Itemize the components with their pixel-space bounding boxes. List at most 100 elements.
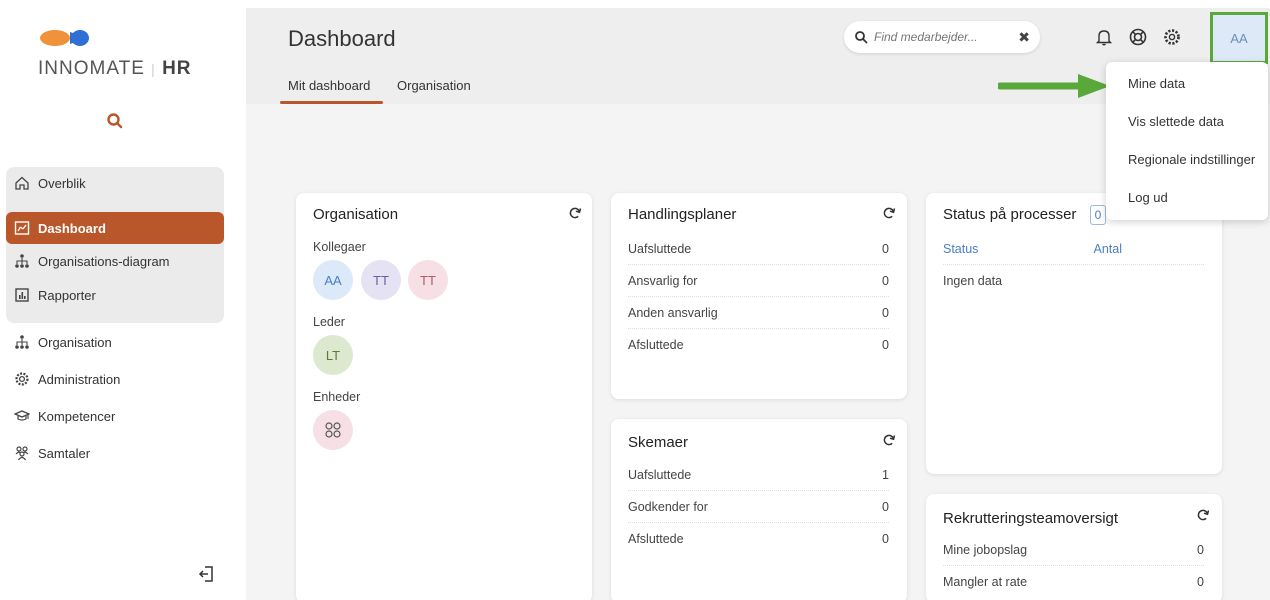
sidebar-item-label: Samtaler	[38, 445, 91, 461]
column-header-antal[interactable]: Antal	[1094, 242, 1123, 256]
brand-suffix: HR	[162, 58, 192, 79]
sidebar-item-label: Kompetencer	[38, 408, 116, 424]
empty-text: Ingen data	[943, 274, 1003, 288]
row-value: 0	[882, 532, 889, 546]
sidebar-item-overblik[interactable]: Overblik	[6, 167, 224, 199]
table-row[interactable]: Afsluttede 0	[628, 523, 889, 555]
refresh-icon[interactable]	[882, 206, 896, 220]
clear-search-icon[interactable]: ✖	[1018, 29, 1030, 46]
table-row[interactable]: Mangler at rate 0	[943, 566, 1204, 598]
brand-name: INNOMATE	[38, 58, 145, 79]
help-icon[interactable]	[1128, 27, 1148, 47]
sidebar: INNOMATE | HR Overblik Dashboard Organis…	[0, 0, 232, 600]
bell-icon[interactable]	[1094, 27, 1114, 47]
card-title: Handlingsplaner	[628, 206, 737, 223]
leader-avatar[interactable]: LT	[313, 335, 353, 375]
graduation-cap-icon	[14, 408, 30, 424]
row-label: Godkender for	[628, 499, 708, 514]
brand-separator: |	[151, 61, 156, 77]
card-title: Skemaer	[628, 434, 689, 451]
colleagues-label: Kollegaer	[313, 240, 366, 254]
sidebar-item-label: Rapporter	[38, 287, 96, 303]
status-count-badge: 0	[1090, 205, 1106, 225]
table-row[interactable]: Mine jobopslag 0	[943, 534, 1204, 566]
row-label: Mine jobopslag	[943, 542, 1028, 557]
colleague-avatar[interactable]: AA	[313, 260, 353, 300]
employee-search[interactable]: ✖	[844, 21, 1040, 53]
sidebar-item-dashboard[interactable]: Dashboard	[6, 212, 224, 244]
search-icon	[855, 31, 868, 44]
row-label: Uafsluttede	[628, 467, 692, 482]
row-label: Mangler at rate	[943, 575, 1028, 589]
table-row[interactable]: Anden ansvarlig 0	[628, 297, 889, 329]
row-label: Afsluttede	[628, 338, 684, 352]
skemaer-card: Skemaer Uafsluttede 1 Godkender for 0 Afsl…	[611, 419, 907, 600]
refresh-icon[interactable]	[882, 433, 896, 447]
card-title: Rekrutteringsteamoversigt	[943, 510, 1119, 527]
rekruttering-card: Rekrutteringsteamoversigt Mine jobopslag…	[926, 494, 1222, 600]
row-value: 0	[882, 241, 889, 256]
table-row[interactable]: Uafsluttede 1	[628, 459, 889, 491]
row-value: 0	[882, 305, 889, 320]
organisation-card: Organisation Kollegaer AA TT TT Leder LT…	[296, 193, 592, 600]
sidebar-item-label: Organisations-diagram	[38, 253, 170, 269]
units-icon	[325, 422, 341, 438]
logout-icon[interactable]	[197, 564, 217, 584]
sidebar-item-label: Dashboard	[38, 220, 106, 236]
row-value: 1	[882, 467, 889, 482]
user-avatar-button[interactable]: AA	[1210, 12, 1268, 64]
sidebar-item-samtaler[interactable]: Samtaler	[6, 437, 224, 469]
tab-mit-dashboard[interactable]: Mit dashboard	[288, 78, 370, 93]
tab-organisation[interactable]: Organisation	[397, 78, 471, 93]
sidebar-item-label: Overblik	[38, 175, 86, 191]
column-header-status[interactable]: Status	[943, 242, 978, 256]
menu-item-vis-slettede-data[interactable]: Vis slettede data	[1128, 114, 1224, 129]
row-label: Anden ansvarlig	[628, 305, 718, 320]
menu-item-log-ud[interactable]: Log ud	[1128, 190, 1168, 205]
row-label: Uafsluttede	[628, 241, 692, 256]
handlingsplaner-card: Handlingsplaner Uafsluttede 0 Ansvarlig f…	[611, 193, 907, 399]
sidebar-item-label: Organisation	[38, 334, 112, 350]
colleague-avatar[interactable]: TT	[408, 260, 448, 300]
row-value: 0	[1197, 542, 1204, 557]
refresh-icon[interactable]	[1196, 508, 1210, 522]
table-row[interactable]: Afsluttede 0	[628, 329, 889, 361]
table-header: Status Antal	[943, 233, 1204, 265]
sidebar-item-organisation[interactable]: Organisation	[6, 326, 224, 358]
status-card: Status på processer 0 Status Antal Ingen…	[926, 193, 1222, 474]
row-label: Afsluttede	[628, 532, 684, 546]
sidebar-item-organisations-diagram[interactable]: Organisations-diagram	[6, 245, 224, 277]
row-label: Ansvarlig for	[628, 273, 698, 288]
menu-item-mine-data[interactable]: Mine data	[1128, 76, 1185, 91]
org-chart-icon	[14, 253, 30, 269]
search-icon[interactable]	[106, 112, 124, 130]
colleague-avatar[interactable]: TT	[361, 260, 401, 300]
table-row[interactable]: Godkender for 0	[628, 491, 889, 523]
org-chart-icon	[14, 334, 30, 350]
home-icon	[14, 175, 30, 191]
gear-icon[interactable]	[1162, 27, 1182, 47]
user-menu-dropdown: Mine data Vis slettede data Regionale in…	[1106, 62, 1268, 220]
dashboard-icon	[14, 220, 30, 236]
menu-item-regionale-indstillinger[interactable]: Regionale indstillinger	[1128, 152, 1255, 167]
card-title: Organisation	[313, 206, 399, 223]
units-label: Enheder	[313, 390, 361, 404]
unit-avatar[interactable]	[313, 410, 353, 450]
sidebar-item-administration[interactable]: Administration	[6, 363, 224, 395]
card-title: Status på processer	[943, 206, 1077, 223]
table-row[interactable]: Uafsluttede 0	[628, 233, 889, 265]
logo-mark-icon	[40, 30, 89, 46]
table-row[interactable]: Ansvarlig for 0	[628, 265, 889, 297]
search-input[interactable]	[874, 30, 1004, 44]
leader-label: Leder	[313, 315, 345, 329]
sidebar-item-kompetencer[interactable]: Kompetencer	[6, 400, 224, 432]
refresh-icon[interactable]	[568, 206, 582, 220]
row-value: 0	[882, 338, 889, 352]
annotation-arrow-icon	[998, 74, 1110, 98]
row-value: 0	[882, 499, 889, 514]
row-value: 0	[1197, 575, 1204, 589]
logo-text: INNOMATE | HR	[38, 58, 192, 80]
page-title: Dashboard	[288, 26, 396, 51]
row-value: 0	[882, 273, 889, 288]
sidebar-item-rapporter[interactable]: Rapporter	[6, 279, 224, 311]
